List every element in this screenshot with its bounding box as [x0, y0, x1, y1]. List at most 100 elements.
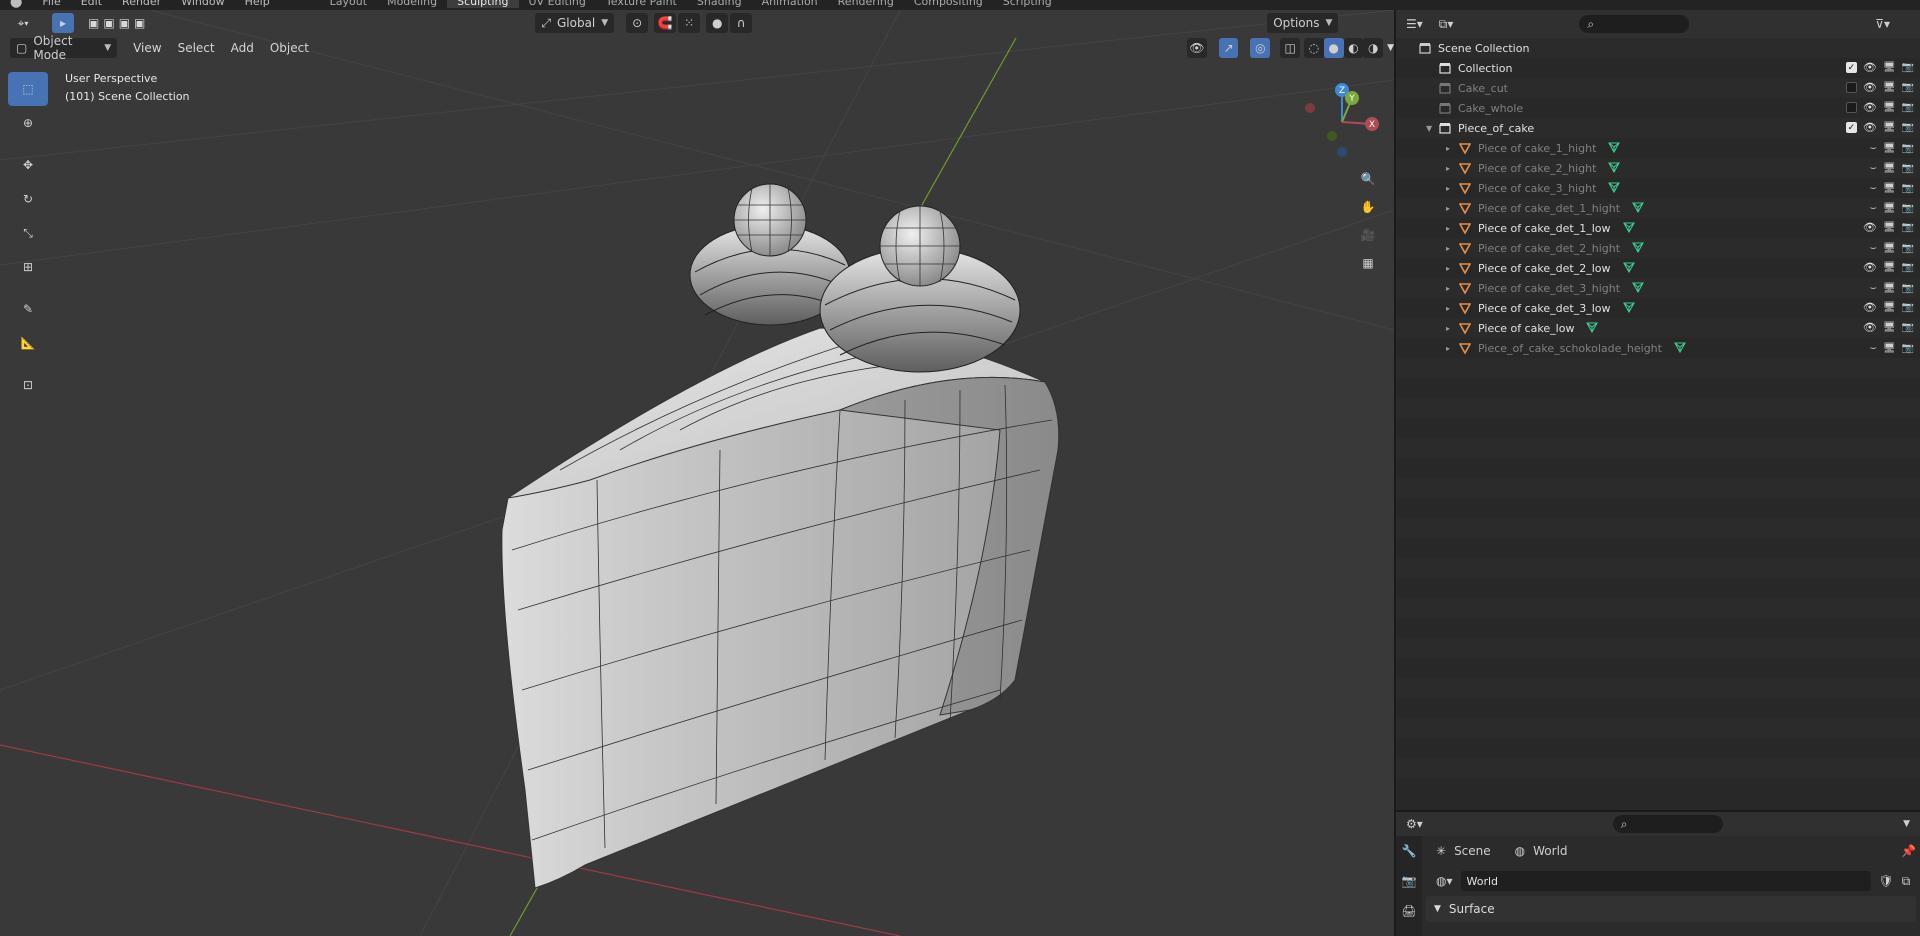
- viewport-visibility-icon[interactable]: 🖥: [1883, 183, 1896, 194]
- render-tab-icon[interactable]: 📷: [1396, 866, 1422, 896]
- eye-closed-icon[interactable]: ⌣: [1870, 141, 1877, 155]
- chevron-down-icon[interactable]: ▼: [1903, 819, 1910, 829]
- eye-icon[interactable]: 👁: [1863, 221, 1877, 234]
- disclosure-triangle-icon[interactable]: ▸: [1446, 224, 1450, 233]
- mode-dropdown[interactable]: ▢ Object Mode ▼: [10, 34, 118, 62]
- camera-icon[interactable]: 🎥: [1356, 221, 1380, 249]
- eye-icon[interactable]: 👁: [1863, 321, 1877, 334]
- eye-closed-icon[interactable]: ⌣: [1870, 281, 1877, 295]
- gizmo-toggle-icon[interactable]: ↗: [1218, 38, 1239, 58]
- rotate-tool-icon[interactable]: ↻: [8, 182, 48, 216]
- menu-file[interactable]: File: [32, 0, 70, 8]
- tab-animation[interactable]: Animation: [752, 0, 828, 8]
- render-visibility-icon[interactable]: 📷: [1902, 62, 1914, 73]
- disclosure-triangle-icon[interactable]: ▸: [1446, 184, 1450, 193]
- outliner-item-label[interactable]: Piece of cake_low: [1478, 322, 1574, 335]
- viewport-visibility-icon[interactable]: 🖥: [1883, 163, 1896, 174]
- mesh-data-icon[interactable]: [1608, 181, 1620, 196]
- 3d-viewport[interactable]: ⌖ ▾ ▸ ▣ ▣ ▣ ▣ ⤢ Global ▼ ⊙ 🧲 ⁙ ● ∩ Options ▼…: [0, 10, 1394, 936]
- outliner-row[interactable]: ▸ Piece of cake_det_3_low 👁 🖥 📷: [1396, 298, 1920, 318]
- outliner-row[interactable]: ▸ Piece of cake_det_3_hight ⌣ 🖥 📷: [1396, 278, 1920, 298]
- pivot-point-icon[interactable]: ⊙: [626, 13, 649, 33]
- mesh-data-icon[interactable]: [1632, 281, 1644, 296]
- outliner-row[interactable]: ▸ Piece of cake_2_hight ⌣ 🖥 📷: [1396, 158, 1920, 178]
- outliner-item-label[interactable]: Piece of cake_det_1_low: [1478, 222, 1611, 235]
- snap-icon[interactable]: 🧲: [654, 13, 677, 33]
- eye-icon[interactable]: 👁: [1863, 301, 1877, 314]
- outliner-search-input[interactable]: ⌕: [1579, 15, 1690, 33]
- eye-icon[interactable]: 👁: [1863, 261, 1877, 274]
- outliner-row[interactable]: Scene Collection: [1396, 38, 1920, 58]
- shading-material-icon[interactable]: ◐: [1343, 38, 1364, 58]
- shading-solid-icon[interactable]: ●: [1323, 38, 1344, 58]
- outliner-item-label[interactable]: Piece of cake_det_1_hight: [1478, 202, 1620, 215]
- menu-edit[interactable]: Edit: [71, 0, 112, 8]
- proportional-edit-icon[interactable]: ●: [706, 13, 729, 33]
- viewport-visibility-icon[interactable]: 🖥: [1883, 222, 1896, 233]
- tab-shading[interactable]: Shading: [687, 0, 752, 8]
- render-visibility-icon[interactable]: 📷: [1902, 183, 1914, 194]
- eye-icon[interactable]: 👁: [1863, 101, 1877, 114]
- mesh-data-icon[interactable]: [1623, 301, 1635, 316]
- render-visibility-icon[interactable]: 📷: [1902, 102, 1914, 113]
- visibility-icon[interactable]: 👁: [1186, 38, 1207, 58]
- viewport-menu-object[interactable]: Object: [262, 41, 317, 55]
- render-visibility-icon[interactable]: 📷: [1902, 322, 1914, 333]
- viewport-menu-select[interactable]: Select: [170, 41, 223, 55]
- scale-tool-icon[interactable]: ⤡: [8, 216, 48, 250]
- mesh-data-icon[interactable]: [1674, 341, 1686, 356]
- viewport-visibility-icon[interactable]: 🖥: [1883, 62, 1896, 73]
- viewport-visibility-icon[interactable]: 🖥: [1883, 122, 1896, 133]
- editor-type-icon[interactable]: ⌖ ▾: [8, 13, 38, 33]
- properties-editor-type-icon[interactable]: ⚙▾: [1406, 817, 1423, 831]
- select-box-tool-icon[interactable]: ⬚: [8, 72, 48, 106]
- disclosure-triangle-icon[interactable]: ▸: [1446, 284, 1450, 293]
- disclosure-triangle-icon[interactable]: ▸: [1446, 344, 1450, 353]
- move-tool-icon[interactable]: ✥: [8, 148, 48, 182]
- render-visibility-icon[interactable]: 📷: [1902, 203, 1914, 214]
- surface-panel-header[interactable]: ▼ Surface: [1426, 896, 1916, 922]
- mesh-data-icon[interactable]: [1623, 221, 1635, 236]
- render-visibility-icon[interactable]: 📷: [1902, 163, 1914, 174]
- render-visibility-icon[interactable]: 📷: [1902, 262, 1914, 273]
- render-visibility-icon[interactable]: 📷: [1902, 122, 1914, 133]
- falloff-icon[interactable]: ∩: [730, 13, 753, 33]
- render-visibility-icon[interactable]: 📷: [1902, 143, 1914, 154]
- measure-tool-icon[interactable]: 📐: [8, 326, 48, 360]
- disclosure-triangle-icon[interactable]: ▸: [1446, 264, 1450, 273]
- outliner-item-label[interactable]: Piece of cake_det_2_low: [1478, 262, 1611, 275]
- outliner-row[interactable]: Cake_cut 👁 🖥 📷: [1396, 78, 1920, 98]
- tab-uv-editing[interactable]: UV Editing: [519, 0, 596, 8]
- viewport-visibility-icon[interactable]: 🖥: [1883, 243, 1896, 254]
- viewport-visibility-icon[interactable]: 🖥: [1883, 283, 1896, 294]
- cursor-tool-icon[interactable]: ⊕: [8, 106, 48, 140]
- tab-scripting[interactable]: Scripting: [993, 0, 1062, 8]
- viewport-visibility-icon[interactable]: 🖥: [1883, 262, 1896, 273]
- options-dropdown[interactable]: Options ▼: [1267, 13, 1339, 33]
- disclosure-triangle-icon[interactable]: ▸: [1446, 304, 1450, 313]
- cake-mesh[interactable]: [501, 327, 1060, 889]
- mesh-data-icon[interactable]: [1632, 201, 1644, 216]
- outliner-item-label[interactable]: Piece of cake_det_3_low: [1478, 302, 1611, 315]
- mesh-data-icon[interactable]: [1608, 141, 1620, 156]
- outliner-row[interactable]: ▸ Piece of cake_det_1_hight ⌣ 🖥 📷: [1396, 198, 1920, 218]
- fake-user-icon[interactable]: 🛡: [1879, 874, 1894, 888]
- render-visibility-icon[interactable]: 📷: [1902, 222, 1914, 233]
- properties-search-input[interactable]: ⌕: [1612, 815, 1723, 833]
- pin-icon[interactable]: 📌: [1901, 844, 1916, 858]
- menu-render[interactable]: Render: [112, 0, 171, 8]
- viewport-scene[interactable]: [0, 10, 1394, 936]
- mesh-data-icon[interactable]: [1608, 161, 1620, 176]
- output-tab-icon[interactable]: 🖨: [1396, 896, 1422, 926]
- cream-swirl-right[interactable]: [819, 205, 1021, 373]
- exclude-checkbox[interactable]: ✓: [1845, 62, 1857, 73]
- outliner-editor-type-icon[interactable]: ☰▾: [1406, 17, 1423, 31]
- pan-hand-icon[interactable]: ✋: [1356, 193, 1380, 221]
- outliner-item-label[interactable]: Piece of cake_1_hight: [1478, 142, 1596, 155]
- eye-closed-icon[interactable]: ⌣: [1870, 201, 1877, 215]
- overlay-toggle-icon[interactable]: ◎: [1250, 38, 1271, 58]
- transform-orientation-dropdown[interactable]: ⤢ Global ▼: [535, 13, 615, 33]
- outliner-item-label[interactable]: Piece of cake_det_2_hight: [1478, 242, 1620, 255]
- tool-tab-icon[interactable]: 🔧: [1396, 836, 1422, 866]
- mesh-data-icon[interactable]: [1632, 241, 1644, 256]
